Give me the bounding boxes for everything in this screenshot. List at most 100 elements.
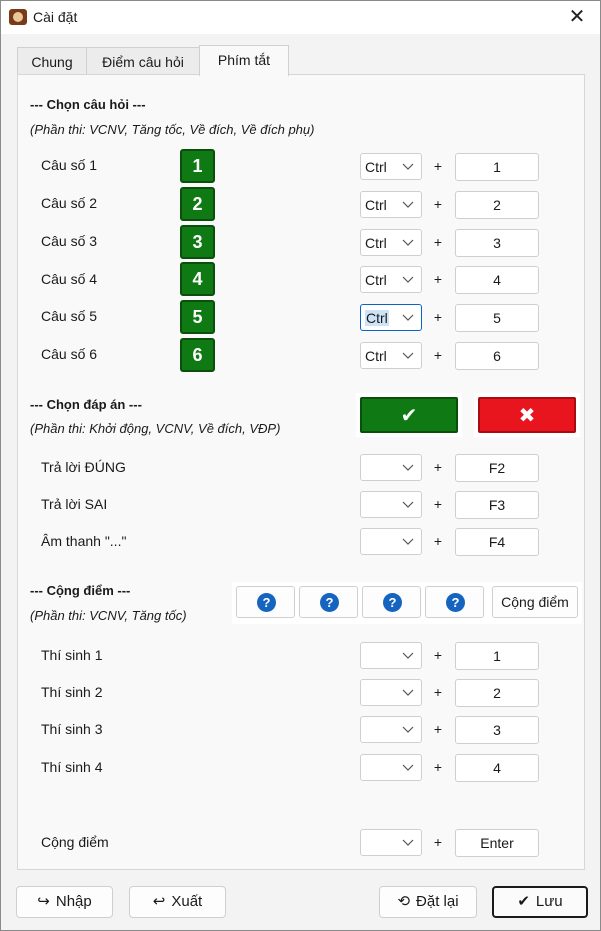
import-icon: ↪ [37,893,50,910]
contestant-score-button[interactable]: ? [236,586,295,618]
modifier-select[interactable]: Ctrl [360,153,422,180]
modifier-select[interactable]: Ctrl [360,191,422,218]
chevron-down-icon [402,764,414,771]
title-bar: Cài đặt ✕ [1,1,600,34]
chevron-down-icon [402,239,414,246]
chevron-down-icon [402,201,414,208]
key-input[interactable]: 2 [455,679,539,707]
modifier-select[interactable] [360,454,422,481]
contestant-score-button[interactable]: ? [425,586,484,618]
section-subtitle-cong-diem: (Phần thi: VCNV, Tăng tốc) [30,608,187,623]
question-badge[interactable]: 5 [180,300,215,334]
reset-button[interactable]: ⟲ Đặt lại [379,886,477,918]
wrong-answer-button[interactable]: ✖ [478,397,576,433]
question-label: Câu số 6 [41,346,98,362]
question-label: Câu số 4 [41,271,98,287]
plus-sign: + [433,647,443,663]
answer-label: Âm thanh "..." [41,533,127,549]
chevron-down-icon [402,276,414,283]
chevron-down-icon [402,352,414,359]
modifier-select[interactable]: Ctrl [360,304,422,331]
question-icon: ? [320,593,339,612]
question-label: Câu số 3 [41,233,98,249]
question-icon: ? [383,593,402,612]
modifier-select[interactable] [360,829,422,856]
key-input[interactable]: 5 [455,304,539,332]
key-input[interactable]: 2 [455,191,539,219]
contestant-score-button[interactable]: ? [299,586,358,618]
question-badge[interactable]: 2 [180,187,215,221]
question-badge[interactable]: 3 [180,225,215,259]
plus-sign: + [433,759,443,775]
key-input[interactable]: F3 [455,491,539,519]
modifier-value: Ctrl [365,272,387,288]
tab-diem-cau-hoi[interactable]: Điểm câu hỏi [86,47,200,75]
contestant-score-button[interactable]: ? [362,586,421,618]
modifier-select[interactable] [360,716,422,743]
contestant-label: Thí sinh 4 [41,759,103,775]
key-input[interactable]: 1 [455,153,539,181]
key-input[interactable]: F4 [455,528,539,556]
correct-answer-button[interactable]: ✔ [360,397,458,433]
modifier-select[interactable]: Ctrl [360,342,422,369]
key-input[interactable]: 4 [455,754,539,782]
key-input[interactable]: Enter [455,829,539,857]
import-button[interactable]: ↪ Nhập [16,886,113,918]
modifier-select[interactable] [360,528,422,555]
plus-sign: + [433,347,443,363]
export-icon: ↩ [152,893,166,910]
section-subtitle-chon-cau-hoi: (Phần thi: VCNV, Tăng tốc, Về đích, Về đ… [30,122,315,137]
export-button[interactable]: ↩ Xuất [129,886,226,918]
reset-label: Đặt lại [416,893,459,910]
plus-sign: + [433,684,443,700]
section-subtitle-chon-dap-an: (Phần thi: Khởi động, VCNV, Về đích, VĐP… [30,421,281,436]
question-badge[interactable]: 1 [180,149,215,183]
chevron-down-icon [402,689,414,696]
tab-chung[interactable]: Chung [17,47,87,75]
plus-sign: + [433,271,443,287]
key-input[interactable]: 1 [455,642,539,670]
contestant-label: Thí sinh 1 [41,647,103,663]
tab-phim-tat[interactable]: Phím tắt [199,45,289,76]
export-label: Xuất [171,893,203,910]
reset-icon: ⟲ [397,893,411,910]
question-badge[interactable]: 4 [180,262,215,296]
plus-sign: + [433,158,443,174]
modifier-select[interactable]: Ctrl [360,266,422,293]
save-button[interactable]: ✔ Lưu [492,886,588,918]
modifier-select[interactable]: Ctrl [360,229,422,256]
key-input[interactable]: F2 [455,454,539,482]
chevron-down-icon [402,726,414,733]
section-title-chon-dap-an: --- Chọn đáp án --- [30,397,142,412]
close-button[interactable]: ✕ [554,1,600,34]
plus-sign: + [433,496,443,512]
modifier-select[interactable] [360,642,422,669]
plus-sign: + [433,834,443,850]
modifier-select[interactable] [360,754,422,781]
modifier-value: Ctrl [365,310,389,326]
plus-sign: + [433,234,443,250]
plus-sign: + [433,459,443,475]
key-input[interactable]: 4 [455,266,539,294]
chevron-down-icon [402,464,414,471]
modifier-value: Ctrl [365,235,387,251]
modifier-select[interactable] [360,679,422,706]
modifier-select[interactable] [360,491,422,518]
chevron-down-icon [402,538,414,545]
modifier-value: Ctrl [365,197,387,213]
contestant-label: Thí sinh 3 [41,721,103,737]
tab-panel-phim-tat: --- Chọn câu hỏi --- (Phần thi: VCNV, Tă… [17,74,585,870]
key-input[interactable]: 3 [455,716,539,744]
modifier-value: Ctrl [365,348,387,364]
plus-sign: + [433,533,443,549]
question-label: Câu số 5 [41,308,98,324]
plus-sign: + [433,721,443,737]
key-input[interactable]: 3 [455,229,539,257]
app-icon [9,9,27,25]
question-badge[interactable]: 6 [180,338,215,372]
add-score-button[interactable]: Cộng điểm [492,586,578,618]
key-input[interactable]: 6 [455,342,539,370]
save-label: Lưu [535,893,563,910]
answer-label: Trả lời SAI [41,496,108,512]
check-icon: ✔ [517,893,530,910]
